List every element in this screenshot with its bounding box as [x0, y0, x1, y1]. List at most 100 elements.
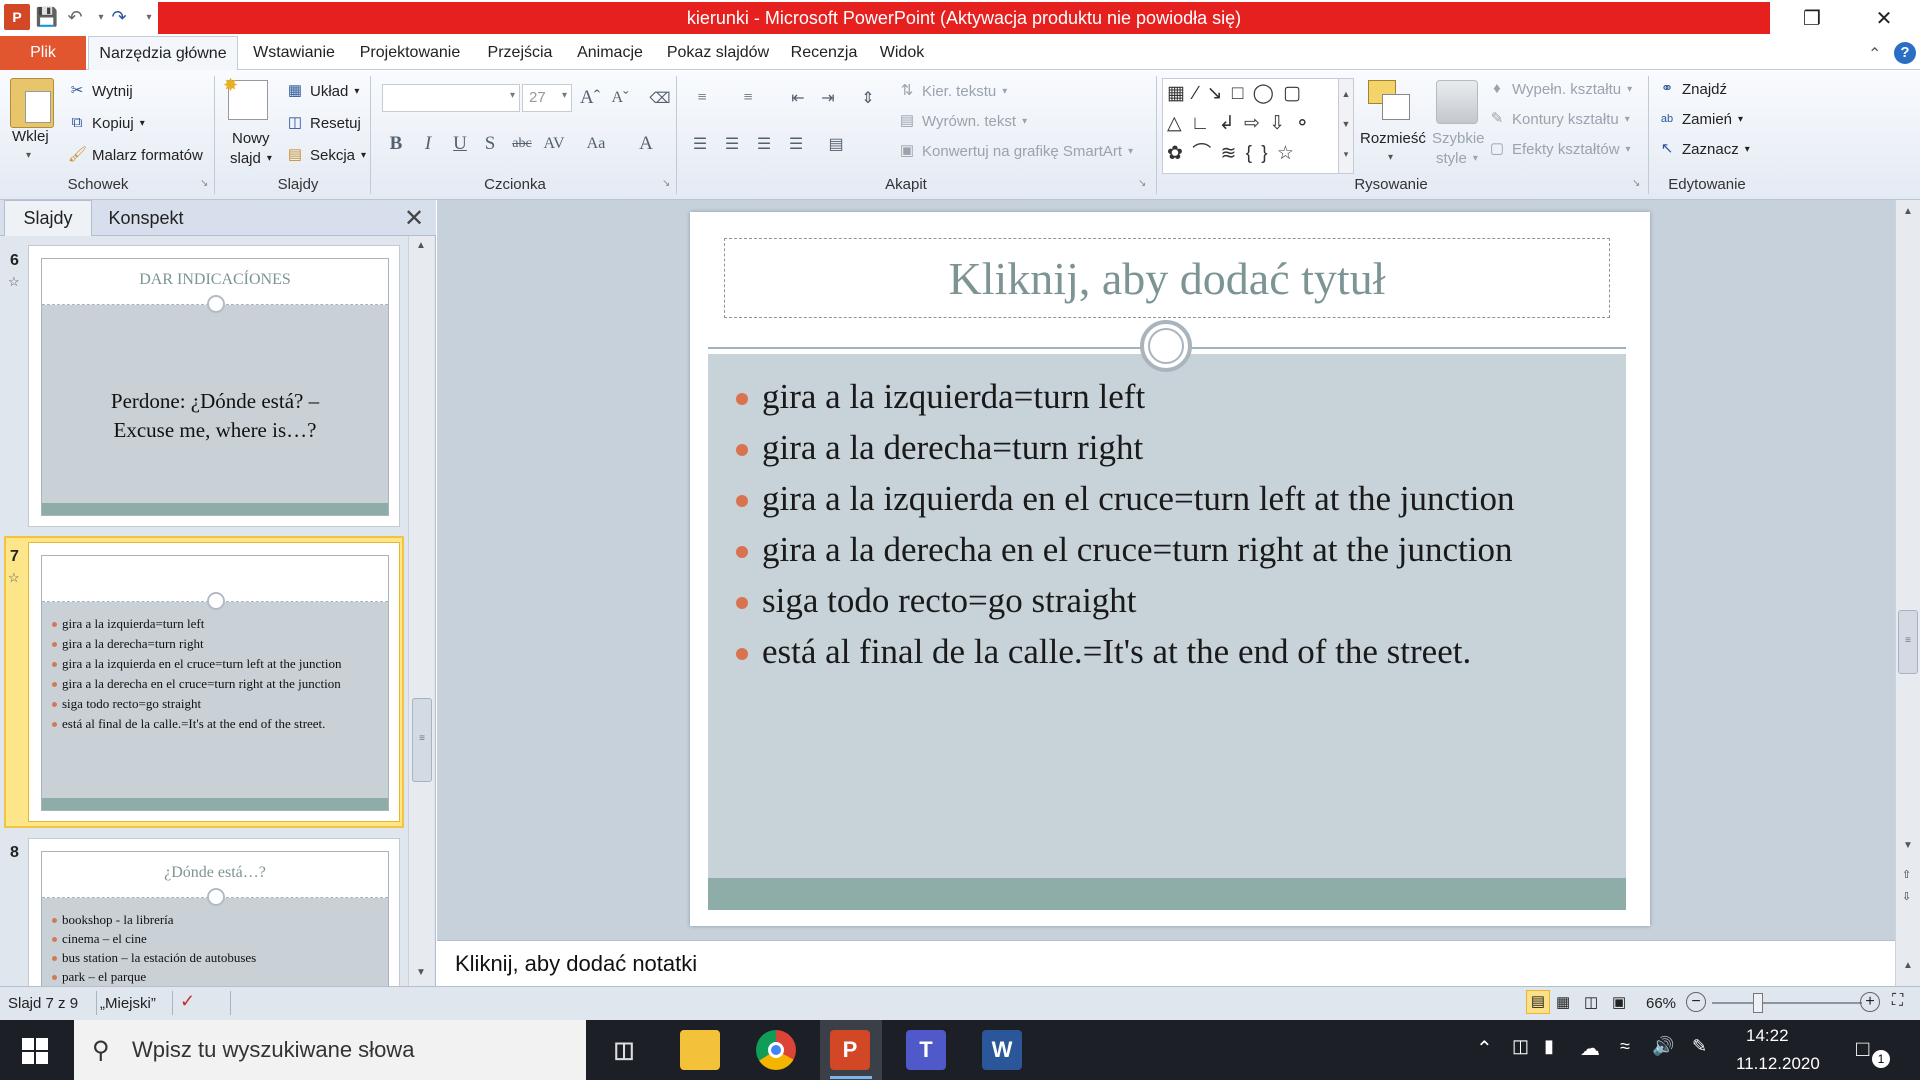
align-right-icon[interactable]: ☰ — [750, 130, 778, 158]
tab-slides-pane[interactable]: Slajdy — [4, 200, 92, 236]
select-button[interactable]: ↖ Zaznacz ▾ — [1658, 140, 1750, 158]
quick-styles-button[interactable]: Szybkie — [1432, 130, 1485, 147]
arrange-button[interactable]: Rozmieść — [1360, 130, 1426, 147]
bullet-item[interactable]: gira a la izquierda en el cruce=turn lef… — [730, 477, 1610, 520]
clipboard-launcher-icon[interactable]: ↘ — [200, 178, 208, 189]
format-painter-button[interactable]: 🖌 Malarz formatów — [68, 146, 203, 164]
new-slide-label2[interactable]: slajd ▾ — [230, 150, 272, 167]
reset-button[interactable]: ◫ Resetuj — [286, 114, 361, 132]
wifi-icon[interactable]: ≈ — [1620, 1036, 1630, 1057]
arrange-icon[interactable] — [1368, 80, 1412, 124]
notes-pane[interactable]: Kliknij, aby dodać notatki — [437, 940, 1895, 986]
strikethrough-icon[interactable]: abc — [508, 130, 536, 158]
bullet-item[interactable]: gira a la derecha=turn right — [730, 426, 1610, 469]
zoom-out-icon[interactable]: − — [1686, 992, 1706, 1012]
paste-dropdown-icon[interactable]: ▾ — [26, 150, 31, 161]
bullet-item[interactable]: siga todo recto=go straight — [730, 579, 1610, 622]
paragraph-launcher-icon[interactable]: ↘ — [1138, 178, 1146, 189]
slide-thumbnail-8[interactable]: ¿Dónde está…? bookshop - la librería cin… — [28, 838, 400, 986]
columns-icon[interactable]: ▤ — [822, 130, 850, 158]
align-center-icon[interactable]: ☰ — [718, 130, 746, 158]
taskbar-search[interactable]: Wpisz tu wyszukiwane słowa — [74, 1020, 586, 1080]
italic-icon[interactable]: I — [414, 130, 442, 158]
file-explorer-icon[interactable] — [680, 1030, 720, 1070]
powerpoint-taskbar-icon[interactable]: P — [830, 1030, 870, 1070]
windows-start-icon[interactable] — [22, 1038, 48, 1064]
save-icon[interactable]: 💾 — [34, 4, 60, 30]
quick-styles-icon[interactable] — [1436, 80, 1478, 124]
chrome-icon[interactable] — [756, 1030, 796, 1070]
decrease-indent-icon[interactable]: ⇤ — [784, 84, 812, 112]
zoom-in-icon[interactable]: + — [1860, 992, 1880, 1012]
restore-window-icon[interactable]: ❐ — [1784, 0, 1840, 36]
normal-view-icon[interactable]: ▤ — [1526, 990, 1550, 1014]
tab-transitions[interactable]: Przejścia — [478, 36, 562, 70]
tab-review[interactable]: Recenzja — [786, 36, 862, 70]
tab-view[interactable]: Widok — [872, 36, 932, 70]
fit-to-window-icon[interactable]: ⛶ — [1892, 992, 1903, 1010]
slides-pane-scrollbar[interactable]: ▲ ≡ ▼ — [408, 236, 434, 986]
slide-thumbnail-7[interactable]: gira a la izquierda=turn left gira a la … — [28, 542, 400, 822]
increase-indent-icon[interactable]: ⇥ — [814, 84, 842, 112]
shape-outline-button[interactable]: ✎ Kontury kształtu ▾ — [1488, 110, 1630, 128]
tab-outline-pane[interactable]: Konspekt — [96, 200, 196, 236]
zoom-slider[interactable] — [1712, 1002, 1862, 1004]
spellcheck-icon[interactable]: ✓ — [180, 991, 195, 1012]
title-placeholder[interactable]: Kliknij, aby dodać tytuł — [724, 238, 1610, 318]
text-direction-button[interactable]: ⇅ Kier. tekstu ▾ — [898, 82, 1008, 100]
zoom-slider-thumb[interactable] — [1753, 993, 1763, 1013]
replace-button[interactable]: ab Zamień ▾ — [1658, 110, 1743, 128]
align-left-icon[interactable]: ☰ — [686, 130, 714, 158]
font-name-combo[interactable]: ▾ — [382, 84, 520, 112]
clear-formatting-icon[interactable]: ⌫ — [646, 84, 674, 112]
font-launcher-icon[interactable]: ↘ — [662, 178, 670, 189]
help-icon[interactable]: ? — [1894, 42, 1916, 64]
tab-design[interactable]: Projektowanie — [354, 36, 466, 70]
pen-workspace-icon[interactable]: ✎ — [1692, 1036, 1707, 1057]
tab-insert[interactable]: Wstawianie — [246, 36, 342, 70]
clock-date[interactable]: 11.12.2020 — [1736, 1054, 1820, 1074]
cut-button[interactable]: ✂ Wytnij — [68, 82, 133, 100]
align-text-button[interactable]: ▤ Wyrówn. tekst ▾ — [898, 112, 1027, 130]
paste-icon[interactable] — [10, 78, 54, 128]
powerpoint-icon[interactable]: P — [4, 4, 30, 30]
close-pane-icon[interactable]: ✕ — [404, 204, 424, 233]
slideshow-icon[interactable]: ▣ — [1612, 993, 1626, 1011]
zoom-level[interactable]: 66% — [1646, 995, 1676, 1012]
bullets-icon[interactable]: ≡ — [688, 84, 716, 112]
teams-icon[interactable]: T — [906, 1030, 946, 1070]
redo-icon[interactable]: ↷ — [106, 4, 132, 30]
battery-icon[interactable]: ▮ — [1544, 1036, 1554, 1057]
layout-button[interactable]: ▦ Układ ▾ — [286, 82, 359, 100]
onedrive-icon[interactable]: ☁ — [1580, 1036, 1600, 1061]
notifications-icon[interactable]: □ — [1856, 1036, 1869, 1062]
quick-styles-label2[interactable]: style ▾ — [1436, 150, 1478, 167]
shape-fill-button[interactable]: ♦ Wypełn. kształtu ▾ — [1488, 80, 1632, 98]
tab-slideshow[interactable]: Pokaz slajdów — [660, 36, 776, 70]
char-spacing-icon[interactable]: AV — [540, 130, 568, 158]
shadow-icon[interactable]: S — [476, 130, 504, 158]
numbering-icon[interactable]: ≡ — [734, 84, 762, 112]
font-size-combo[interactable]: 27 ▾ — [522, 84, 572, 112]
reading-view-icon[interactable]: ◫ — [1584, 993, 1598, 1011]
new-slide-icon[interactable]: ✸ — [223, 75, 268, 120]
previous-slide-icon[interactable]: ⇧ — [1902, 868, 1911, 881]
tab-animations[interactable]: Animacje — [570, 36, 650, 70]
find-button[interactable]: ⚭ Znajdź — [1658, 80, 1727, 98]
close-window-icon[interactable]: ✕ — [1856, 0, 1912, 36]
copy-button[interactable]: ⧉ Kopiuj ▾ — [68, 114, 145, 132]
word-icon[interactable]: W — [982, 1030, 1022, 1070]
new-slide-button[interactable]: Nowy — [232, 130, 270, 147]
task-view-icon[interactable]: ◫ — [604, 1030, 644, 1070]
smartart-button[interactable]: ▣ Konwertuj na grafikę SmartArt ▾ — [898, 142, 1133, 160]
font-color-icon[interactable]: A — [632, 130, 660, 158]
volume-icon[interactable]: 🔊 — [1652, 1036, 1674, 1057]
shapes-scroll[interactable]: ▲ ▼ ▾ — [1338, 78, 1354, 174]
grow-font-icon[interactable]: Aˆ — [576, 84, 604, 112]
justify-icon[interactable]: ☰ — [782, 130, 810, 158]
shrink-font-icon[interactable]: Aˇ — [606, 84, 634, 112]
arrange-dropdown-icon[interactable]: ▾ — [1388, 152, 1393, 163]
next-slide-icon[interactable]: ⇩ — [1902, 890, 1911, 903]
shape-effects-button[interactable]: ▢ Efekty kształtów ▾ — [1488, 140, 1631, 158]
meet-now-icon[interactable]: ◫ — [1512, 1036, 1529, 1057]
